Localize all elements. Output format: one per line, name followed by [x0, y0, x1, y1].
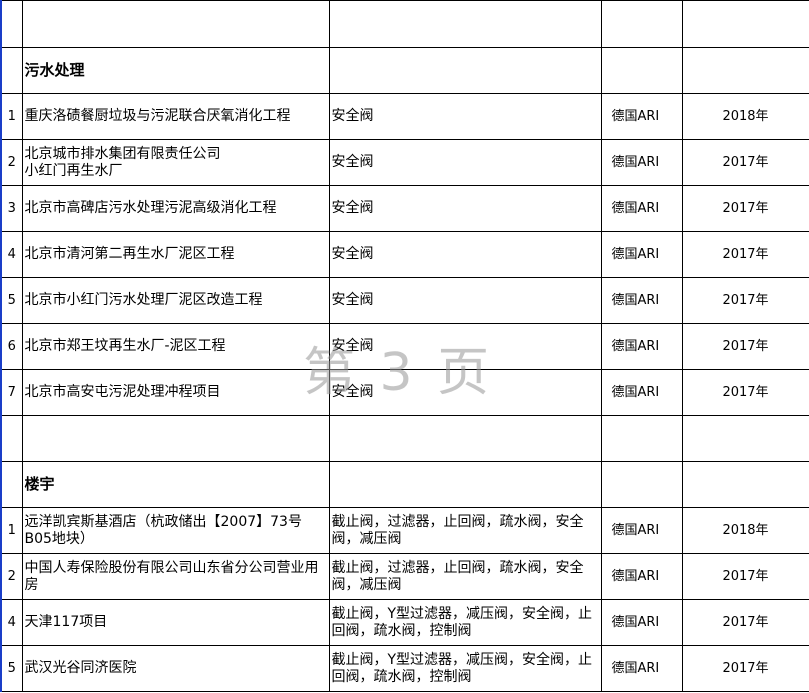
- table-row: 3 北京市高碑店污水处理污泥高级消化工程 安全阀 德国ARI 2017年: [0, 185, 809, 232]
- product-list[interactable]: 截止阀，过滤器，止回阀，疏水阀，安全阀，减压阀: [328, 553, 602, 600]
- brand[interactable]: 德国ARI: [600, 369, 683, 416]
- project-name[interactable]: 北京市小红门污水处理厂泥区改造工程: [21, 277, 330, 324]
- table-row: 6 北京市郑王坟再生水厂-泥区工程 安全阀 德国ARI 2017年: [0, 323, 809, 370]
- table-row: 5 武汉光谷同济医院 截止阀，Y型过滤器，减压阀，安全阀，止回阀，疏水阀，控制阀…: [0, 645, 809, 692]
- product-list[interactable]: 安全阀: [328, 93, 602, 140]
- year[interactable]: 2017年: [681, 645, 809, 692]
- table-body: 污水处理 1 重庆洛碛餐厨垃圾与污泥联合厌氧消化工程 安全阀 德国ARI 201…: [0, 0, 809, 692]
- table-cell[interactable]: [0, 0, 23, 48]
- table-row: 7 北京市高安屯污泥处理冲程项目 安全阀 德国ARI 2017年: [0, 369, 809, 416]
- row-number[interactable]: 4: [0, 231, 23, 278]
- table-cell[interactable]: [600, 0, 683, 48]
- year[interactable]: 2017年: [681, 277, 809, 324]
- table-cell[interactable]: [21, 0, 330, 48]
- brand[interactable]: 德国ARI: [600, 507, 683, 554]
- row-number[interactable]: 1: [0, 93, 23, 140]
- product-list[interactable]: 安全阀: [328, 277, 602, 324]
- brand[interactable]: 德国ARI: [600, 231, 683, 278]
- brand[interactable]: 德国ARI: [600, 277, 683, 324]
- year[interactable]: 2017年: [681, 369, 809, 416]
- table-cell[interactable]: [600, 47, 683, 94]
- brand[interactable]: 德国ARI: [600, 93, 683, 140]
- year[interactable]: 2017年: [681, 553, 809, 600]
- project-reference-table: 污水处理 1 重庆洛碛餐厨垃圾与污泥联合厌氧消化工程 安全阀 德国ARI 201…: [0, 0, 809, 692]
- table-row: 1 重庆洛碛餐厨垃圾与污泥联合厌氧消化工程 安全阀 德国ARI 2018年: [0, 93, 809, 140]
- product-list[interactable]: 安全阀: [328, 323, 602, 370]
- project-name[interactable]: 中国人寿保险股份有限公司山东省分公司营业用房: [21, 553, 330, 600]
- table-cell[interactable]: [600, 461, 683, 508]
- brand[interactable]: 德国ARI: [600, 185, 683, 232]
- section-title[interactable]: 污水处理: [21, 47, 330, 94]
- section-title[interactable]: 楼宇: [21, 461, 330, 508]
- brand[interactable]: 德国ARI: [600, 553, 683, 600]
- year[interactable]: 2017年: [681, 139, 809, 186]
- section-header-row: 污水处理: [0, 47, 809, 94]
- table-row: 2 中国人寿保险股份有限公司山东省分公司营业用房 截止阀，过滤器，止回阀，疏水阀…: [0, 553, 809, 600]
- table-row: 2 北京城市排水集团有限责任公司 小红门再生水厂 安全阀 德国ARI 2017年: [0, 139, 809, 186]
- table-cell[interactable]: [328, 461, 602, 508]
- row-number[interactable]: 2: [0, 553, 23, 600]
- row-number[interactable]: 5: [0, 645, 23, 692]
- row-number[interactable]: 2: [0, 139, 23, 186]
- product-list[interactable]: 安全阀: [328, 185, 602, 232]
- project-name[interactable]: 武汉光谷同济医院: [21, 645, 330, 692]
- table-cell[interactable]: [328, 47, 602, 94]
- brand[interactable]: 德国ARI: [600, 139, 683, 186]
- table-row: 4 北京市清河第二再生水厂泥区工程 安全阀 德国ARI 2017年: [0, 231, 809, 278]
- table-row: 1 远洋凯宾斯基酒店（杭政储出【2007】73号B05地块） 截止阀，过滤器，止…: [0, 507, 809, 554]
- project-name[interactable]: 北京市高安屯污泥处理冲程项目: [21, 369, 330, 416]
- table-cell[interactable]: [328, 415, 602, 462]
- product-list[interactable]: 安全阀: [328, 369, 602, 416]
- project-name[interactable]: 北京城市排水集团有限责任公司 小红门再生水厂: [21, 139, 330, 186]
- row-number[interactable]: 5: [0, 277, 23, 324]
- product-list[interactable]: 安全阀: [328, 231, 602, 278]
- project-name[interactable]: 重庆洛碛餐厨垃圾与污泥联合厌氧消化工程: [21, 93, 330, 140]
- year[interactable]: 2017年: [681, 185, 809, 232]
- section-header-row: 楼宇: [0, 461, 809, 508]
- table-cell[interactable]: [681, 0, 809, 48]
- brand[interactable]: 德国ARI: [600, 599, 683, 646]
- project-name[interactable]: 北京市清河第二再生水厂泥区工程: [21, 231, 330, 278]
- table-cell[interactable]: [600, 415, 683, 462]
- table-cell[interactable]: [681, 415, 809, 462]
- brand[interactable]: 德国ARI: [600, 645, 683, 692]
- table-cell[interactable]: [0, 461, 23, 508]
- product-list[interactable]: 安全阀: [328, 139, 602, 186]
- row-number[interactable]: 6: [0, 323, 23, 370]
- year[interactable]: 2018年: [681, 93, 809, 140]
- year[interactable]: 2017年: [681, 599, 809, 646]
- blank-row: [0, 415, 809, 462]
- year[interactable]: 2018年: [681, 507, 809, 554]
- project-name[interactable]: 天津117项目: [21, 599, 330, 646]
- table-cell[interactable]: [681, 461, 809, 508]
- blank-row: [0, 0, 809, 48]
- table-row: 5 北京市小红门污水处理厂泥区改造工程 安全阀 德国ARI 2017年: [0, 277, 809, 324]
- project-name[interactable]: 北京市高碑店污水处理污泥高级消化工程: [21, 185, 330, 232]
- project-name[interactable]: 北京市郑王坟再生水厂-泥区工程: [21, 323, 330, 370]
- row-number[interactable]: 7: [0, 369, 23, 416]
- row-number[interactable]: 1: [0, 507, 23, 554]
- year[interactable]: 2017年: [681, 231, 809, 278]
- table-cell[interactable]: [328, 0, 602, 48]
- row-number[interactable]: 4: [0, 599, 23, 646]
- table-row: 4 天津117项目 截止阀，Y型过滤器，减压阀，安全阀，止回阀，疏水阀，控制阀 …: [0, 599, 809, 646]
- brand[interactable]: 德国ARI: [600, 323, 683, 370]
- product-list[interactable]: 截止阀，Y型过滤器，减压阀，安全阀，止回阀，疏水阀，控制阀: [328, 599, 602, 646]
- product-list[interactable]: 截止阀，过滤器，止回阀，疏水阀，安全阀，减压阀: [328, 507, 602, 554]
- table-cell[interactable]: [0, 415, 23, 462]
- year[interactable]: 2017年: [681, 323, 809, 370]
- row-number[interactable]: 3: [0, 185, 23, 232]
- table-cell[interactable]: [0, 47, 23, 94]
- project-name[interactable]: 远洋凯宾斯基酒店（杭政储出【2007】73号B05地块）: [21, 507, 330, 554]
- table-cell[interactable]: [21, 415, 330, 462]
- table-cell[interactable]: [681, 47, 809, 94]
- product-list[interactable]: 截止阀，Y型过滤器，减压阀，安全阀，止回阀，疏水阀，控制阀: [328, 645, 602, 692]
